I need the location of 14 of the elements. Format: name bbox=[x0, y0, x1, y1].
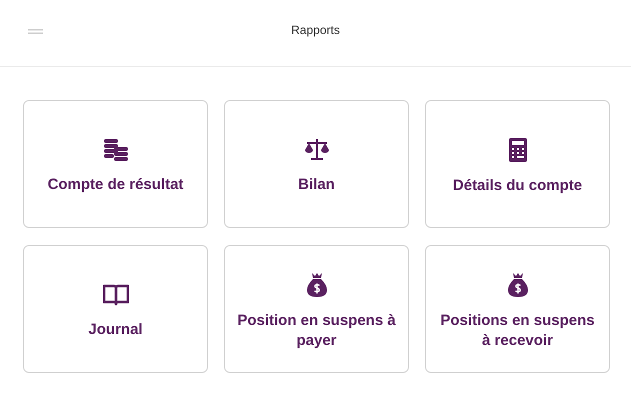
report-card[interactable]: Position en suspens à payer bbox=[224, 245, 409, 373]
report-card[interactable]: Positions en suspens à recevoir bbox=[425, 245, 610, 373]
money-bag-icon bbox=[306, 273, 326, 297]
report-card[interactable]: Détails du compte bbox=[425, 100, 610, 228]
book-icon bbox=[102, 284, 128, 306]
coins-icon bbox=[104, 139, 128, 161]
report-card[interactable]: Compte de résultat bbox=[23, 100, 208, 228]
menu-icon[interactable] bbox=[28, 29, 43, 34]
money-bag-icon bbox=[508, 273, 528, 297]
report-card[interactable]: Bilan bbox=[224, 100, 409, 228]
report-card[interactable]: Journal bbox=[23, 245, 208, 373]
scale-icon bbox=[304, 139, 328, 161]
page-title: Rapports bbox=[291, 23, 340, 37]
calculator-icon bbox=[508, 138, 526, 162]
